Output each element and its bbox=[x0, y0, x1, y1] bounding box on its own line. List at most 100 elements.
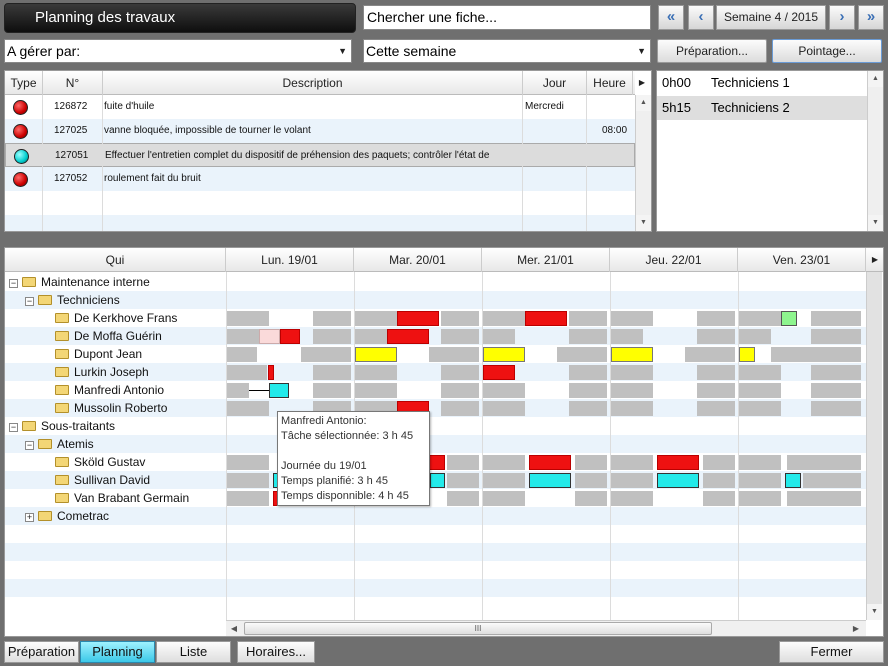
tree-person[interactable]: Dupont Jean bbox=[55, 345, 273, 363]
folder-icon bbox=[55, 457, 69, 467]
col-qui[interactable]: Qui bbox=[5, 248, 226, 272]
collapse-icon[interactable]: − bbox=[25, 441, 34, 450]
task-bar[interactable] bbox=[657, 455, 699, 470]
last-week-button[interactable]: » bbox=[858, 5, 884, 30]
task-bar[interactable] bbox=[739, 347, 755, 362]
prev-week-button[interactable]: ‹ bbox=[688, 5, 714, 30]
task-bar[interactable] bbox=[611, 347, 653, 362]
scroll-right-icon[interactable]: ▶ bbox=[848, 621, 864, 636]
double-chevron-right-icon: » bbox=[866, 8, 876, 25]
folder-icon bbox=[55, 475, 69, 485]
task-bar[interactable] bbox=[387, 329, 429, 344]
tree-sous-traitants[interactable]: − Sous-traitants bbox=[9, 417, 227, 435]
manager-select[interactable]: A gérer par: ▼ bbox=[4, 39, 352, 63]
tooltip-line: Manfredi Antonio: bbox=[281, 415, 367, 427]
technician-list-scrollbar[interactable]: ▲ ▼ bbox=[867, 71, 883, 231]
planning-vscrollbar[interactable]: ▼ bbox=[866, 272, 882, 620]
col-day[interactable]: Jour bbox=[523, 71, 587, 95]
col-scroll-right-icon[interactable]: ▶ bbox=[866, 248, 883, 272]
folder-icon bbox=[38, 439, 52, 449]
col-day-4[interactable]: Jeu. 22/01 bbox=[610, 248, 738, 272]
preparation-button[interactable]: Préparation... bbox=[657, 39, 767, 63]
tree-person[interactable]: Sullivan David bbox=[55, 471, 273, 489]
table-row[interactable]: 126872 fuite d'huile Mercredi bbox=[5, 95, 635, 119]
task-bar[interactable] bbox=[280, 329, 300, 344]
tab-liste[interactable]: Liste bbox=[156, 641, 231, 663]
hscroll-thumb[interactable]: III bbox=[244, 622, 712, 635]
first-week-button[interactable]: « bbox=[658, 5, 684, 30]
task-bar[interactable] bbox=[529, 473, 571, 488]
collapse-icon[interactable]: − bbox=[9, 279, 18, 288]
search-input[interactable]: Chercher une fiche... bbox=[363, 5, 651, 30]
close-button[interactable]: Fermer bbox=[779, 641, 884, 663]
tree-person[interactable]: Van Brabant Germain bbox=[55, 489, 273, 507]
tree-person[interactable]: Manfredi Antonio bbox=[55, 381, 273, 399]
availability-bar bbox=[575, 473, 607, 488]
task-bar[interactable] bbox=[483, 347, 525, 362]
availability-bar bbox=[697, 383, 735, 398]
availability-bar bbox=[739, 383, 781, 398]
scroll-left-icon[interactable]: ◀ bbox=[226, 621, 242, 636]
availability-bar bbox=[483, 401, 525, 416]
folder-icon bbox=[55, 403, 69, 413]
scroll-down-icon[interactable]: ▼ bbox=[868, 215, 883, 231]
availability-bar bbox=[575, 455, 607, 470]
task-bar[interactable] bbox=[483, 365, 515, 380]
tree-person[interactable]: Sköld Gustav bbox=[55, 453, 273, 471]
collapse-icon[interactable]: − bbox=[9, 423, 18, 432]
task-bar[interactable] bbox=[525, 311, 567, 326]
col-day-3[interactable]: Mer. 21/01 bbox=[482, 248, 610, 272]
tree-maintenance[interactable]: − Maintenance interne bbox=[9, 273, 227, 291]
expand-icon[interactable]: + bbox=[25, 513, 34, 522]
tree-person[interactable]: De Kerkhove Frans bbox=[55, 309, 273, 327]
table-row[interactable]: 127025 vanne bloquée, impossible de tour… bbox=[5, 119, 635, 143]
scroll-up-icon[interactable]: ▲ bbox=[636, 95, 651, 111]
scroll-down-icon[interactable]: ▼ bbox=[636, 215, 651, 231]
tree-label: De Moffa Guérin bbox=[74, 329, 162, 343]
task-bar[interactable] bbox=[355, 347, 397, 362]
tab-planning[interactable]: Planning bbox=[80, 641, 155, 663]
tab-preparation[interactable]: Préparation bbox=[4, 641, 79, 663]
availability-bar bbox=[697, 311, 735, 326]
task-bar[interactable] bbox=[529, 455, 571, 470]
tree-person[interactable]: Mussolin Roberto bbox=[55, 399, 273, 417]
collapse-icon[interactable]: − bbox=[25, 297, 34, 306]
col-type[interactable]: Type bbox=[5, 71, 43, 95]
table-row[interactable]: 127052 roulement fait du bruit bbox=[5, 167, 635, 191]
col-number[interactable]: N° bbox=[43, 71, 103, 95]
task-bar[interactable] bbox=[430, 473, 445, 488]
task-bar[interactable] bbox=[785, 473, 801, 488]
task-list-scrollbar[interactable]: ▲ ▼ bbox=[635, 95, 651, 231]
task-bar[interactable] bbox=[657, 473, 699, 488]
tree-person[interactable]: Lurkin Joseph bbox=[55, 363, 273, 381]
col-day-5[interactable]: Ven. 23/01 bbox=[738, 248, 866, 272]
scroll-up-icon[interactable]: ▲ bbox=[868, 71, 883, 87]
tree-atemis[interactable]: − Atemis bbox=[25, 435, 243, 453]
tree-person[interactable]: De Moffa Guérin bbox=[55, 327, 273, 345]
scroll-down-icon[interactable]: ▼ bbox=[867, 604, 882, 620]
next-week-button[interactable]: › bbox=[829, 5, 855, 30]
tree-techniciens[interactable]: − Techniciens bbox=[25, 291, 243, 309]
list-item[interactable]: 5h15 Techniciens 2 bbox=[657, 96, 867, 120]
col-scroll-right-icon[interactable]: ▶ bbox=[633, 71, 651, 95]
col-day-1[interactable]: Lun. 19/01 bbox=[226, 248, 354, 272]
task-bar[interactable] bbox=[781, 311, 797, 326]
tree-label: Sullivan David bbox=[74, 473, 151, 487]
period-select[interactable]: Cette semaine ▼ bbox=[363, 39, 651, 63]
pointage-button[interactable]: Pointage... bbox=[772, 39, 882, 63]
availability-bar bbox=[787, 491, 861, 506]
list-item[interactable]: 0h00 Techniciens 1 bbox=[657, 71, 867, 95]
horaires-button[interactable]: Horaires... bbox=[237, 641, 315, 663]
availability-bar bbox=[483, 473, 525, 488]
availability-bar bbox=[557, 347, 607, 362]
table-row-selected[interactable]: 127051 Effectuer l'entretien complet du … bbox=[5, 143, 635, 167]
task-hour: 08:00 bbox=[602, 125, 628, 136]
tree-cometrac[interactable]: + Cometrac bbox=[25, 507, 243, 525]
planning-hscrollbar[interactable]: ◀ III ▶ bbox=[226, 620, 866, 636]
col-day-2[interactable]: Mar. 20/01 bbox=[354, 248, 482, 272]
availability-bar bbox=[811, 365, 861, 380]
dropdown-arrow-icon: ▼ bbox=[637, 46, 646, 56]
task-bar[interactable] bbox=[397, 311, 439, 326]
col-description[interactable]: Description bbox=[103, 71, 523, 95]
col-hour[interactable]: Heure bbox=[587, 71, 633, 95]
